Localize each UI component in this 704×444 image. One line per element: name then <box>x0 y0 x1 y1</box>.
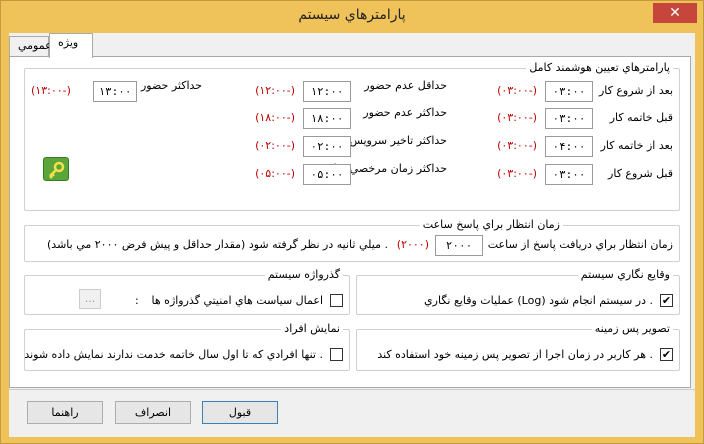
max-hourly-leave-input[interactable]: ۰۵:۰۰ <box>303 164 351 185</box>
max-service-delay-input[interactable]: ۰۲:۰۰ <box>303 136 351 157</box>
people-display-label: تنها افرادي که تا اول سال خاتمه خدمت ندا… <box>24 348 323 361</box>
max-presence-input[interactable]: ۱۳:۰۰ <box>93 81 137 102</box>
help-button[interactable]: راهنما <box>27 401 103 424</box>
smart-params-title: پارامترهاي تعيين هوشمند کامل <box>526 61 673 74</box>
before-start-label: قبل شروع کار <box>608 167 673 180</box>
ok-button[interactable]: قبول <box>202 401 278 424</box>
wait-time-suffix: ميلي ثانيه در نظر گرفته شود (مقدار حداقل… <box>47 238 388 251</box>
min-absence-hint: (۱۲:۰۰-) <box>255 84 295 97</box>
min-absence-label: حداقل عدم حضور <box>364 79 447 92</box>
before-end-input[interactable]: ۰۳:۰۰ <box>545 108 593 129</box>
wallpaper-group: تصوير پس زمينه ✔ هر کاربر در زمان اجرا ا… <box>356 322 680 371</box>
before-start-input[interactable]: ۰۳:۰۰ <box>545 164 593 185</box>
max-absence-hint: (۱۸:۰۰-) <box>255 111 295 124</box>
logging-checkbox[interactable]: ✔ <box>660 294 673 307</box>
cancel-button[interactable]: انصراف <box>115 401 191 424</box>
password-group: گذرواژه سيستم اعمال سياست هاي امنيتي گذر… <box>24 268 350 315</box>
wait-time-hint: (۲۰۰۰) <box>396 238 429 251</box>
max-presence-label: حداکثر حضور <box>141 79 203 92</box>
wait-time-label: زمان انتظار براي دريافت پاسخ از ساعت <box>487 238 673 251</box>
max-service-delay-hint: (۰۲:۰۰-) <box>255 139 295 152</box>
password-title: گذرواژه سيستم <box>264 268 343 281</box>
wait-time-input[interactable]: ۲۰۰۰ <box>435 235 483 256</box>
max-presence-hint: (۱۳:۰۰-) <box>31 84 71 97</box>
password-colon: : <box>135 294 139 307</box>
smart-params-group: پارامترهاي تعيين هوشمند کامل بعد از شروع… <box>24 61 680 211</box>
logging-label: عمليات وقايع نگاري (Log) در سيستم انجام … <box>424 294 653 307</box>
wallpaper-label: هر کاربر در زمان اجرا از تصوير پس زمينه … <box>377 348 653 361</box>
password-policy-label: اعمال سياست هاي امنيتي گذرواژه ها <box>151 294 323 307</box>
tab-panel-special: پارامترهاي تعيين هوشمند کامل بعد از شروع… <box>9 56 691 388</box>
after-start-input[interactable]: ۰۳:۰۰ <box>545 81 593 102</box>
after-end-label: بعد از خاتمه کار <box>600 139 673 152</box>
button-separator <box>9 389 695 390</box>
max-service-delay-label: حداکثر تاخير سرويس <box>349 134 447 147</box>
after-start-label: بعد از شروع کار <box>598 84 673 97</box>
key-icon[interactable] <box>43 157 69 181</box>
title-bar[interactable]: پارامترهاي سيستم ✕ <box>1 1 703 33</box>
max-absence-label: حداکثر عدم حضور <box>363 106 447 119</box>
before-end-hint: (۰۳:۰۰-) <box>497 111 537 124</box>
after-end-input[interactable]: ۰۴:۰۰ <box>545 136 593 157</box>
tab-general[interactable]: عمومي <box>9 36 52 56</box>
people-display-checkbox[interactable] <box>330 348 343 361</box>
tab-special[interactable]: ويژه <box>49 33 93 58</box>
logging-title: وقايع نگاري سيستم <box>577 268 673 281</box>
after-start-hint: (۰۳:۰۰-) <box>497 84 537 97</box>
dialog-window: پارامترهاي سيستم ✕ عمومي ويژه پارامترهاي… <box>0 0 704 444</box>
window-title: پارامترهاي سيستم <box>298 7 406 23</box>
password-policy-checkbox[interactable] <box>330 294 343 307</box>
wallpaper-title: تصوير پس زمينه <box>591 322 673 335</box>
password-browse-button[interactable]: ... <box>79 289 101 309</box>
min-absence-input[interactable]: ۱۲:۰۰ <box>303 81 351 102</box>
people-display-group: نمايش افراد تنها افرادي که تا اول سال خا… <box>24 322 350 371</box>
after-end-hint: (۰۳:۰۰-) <box>497 139 537 152</box>
wallpaper-checkbox[interactable]: ✔ <box>660 348 673 361</box>
dialog-client: عمومي ويژه پارامترهاي تعيين هوشمند کامل … <box>9 33 695 437</box>
logging-group: وقايع نگاري سيستم ✔ عمليات وقايع نگاري (… <box>356 268 680 315</box>
wait-time-title: زمان انتظار براي پاسخ ساعت <box>419 218 563 231</box>
before-end-label: قبل خاتمه کار <box>609 111 673 124</box>
max-absence-input[interactable]: ۱۸:۰۰ <box>303 108 351 129</box>
tab-strip: عمومي ويژه <box>9 33 695 58</box>
wait-time-group: زمان انتظار براي پاسخ ساعت زمان انتظار ب… <box>24 218 680 262</box>
max-hourly-leave-hint: (۰۵:۰۰-) <box>255 167 295 180</box>
before-start-hint: (۰۳:۰۰-) <box>497 167 537 180</box>
people-display-title: نمايش افراد <box>281 322 343 335</box>
close-button[interactable]: ✕ <box>653 3 697 23</box>
